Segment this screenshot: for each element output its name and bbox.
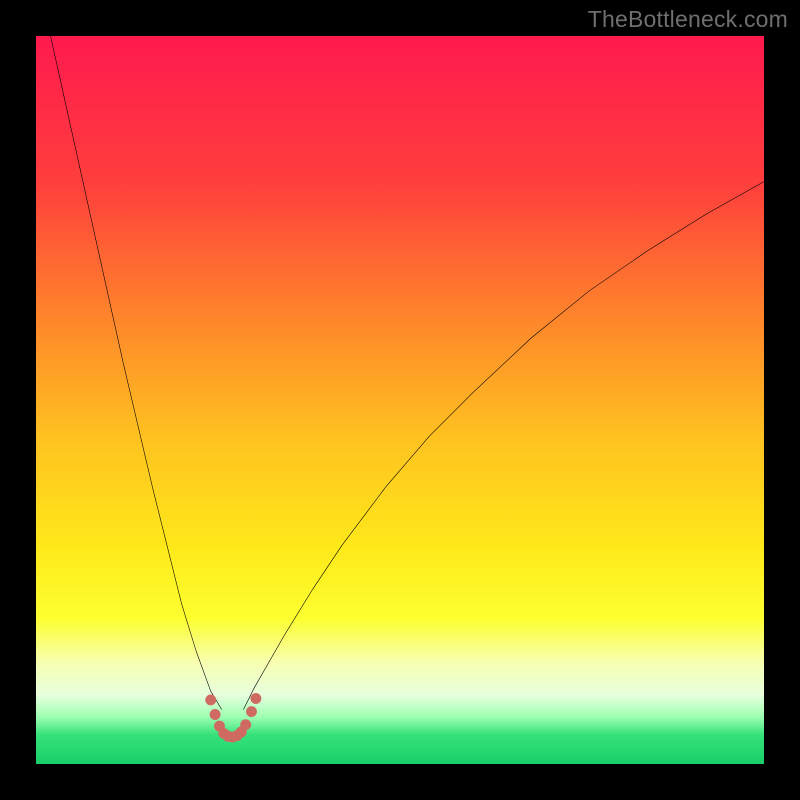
plot-area	[36, 36, 764, 764]
watermark-text: TheBottleneck.com	[588, 6, 788, 33]
trough-marker-dot	[210, 709, 221, 720]
trough-marker-dot	[246, 706, 257, 717]
left-curve	[51, 36, 222, 709]
trough-marker-dot	[240, 719, 251, 730]
trough-marker-dot	[250, 693, 261, 704]
chart-frame: TheBottleneck.com	[0, 0, 800, 800]
trough-marker-dot	[205, 694, 216, 705]
curve-layer	[36, 36, 764, 764]
right-curve	[243, 182, 764, 710]
